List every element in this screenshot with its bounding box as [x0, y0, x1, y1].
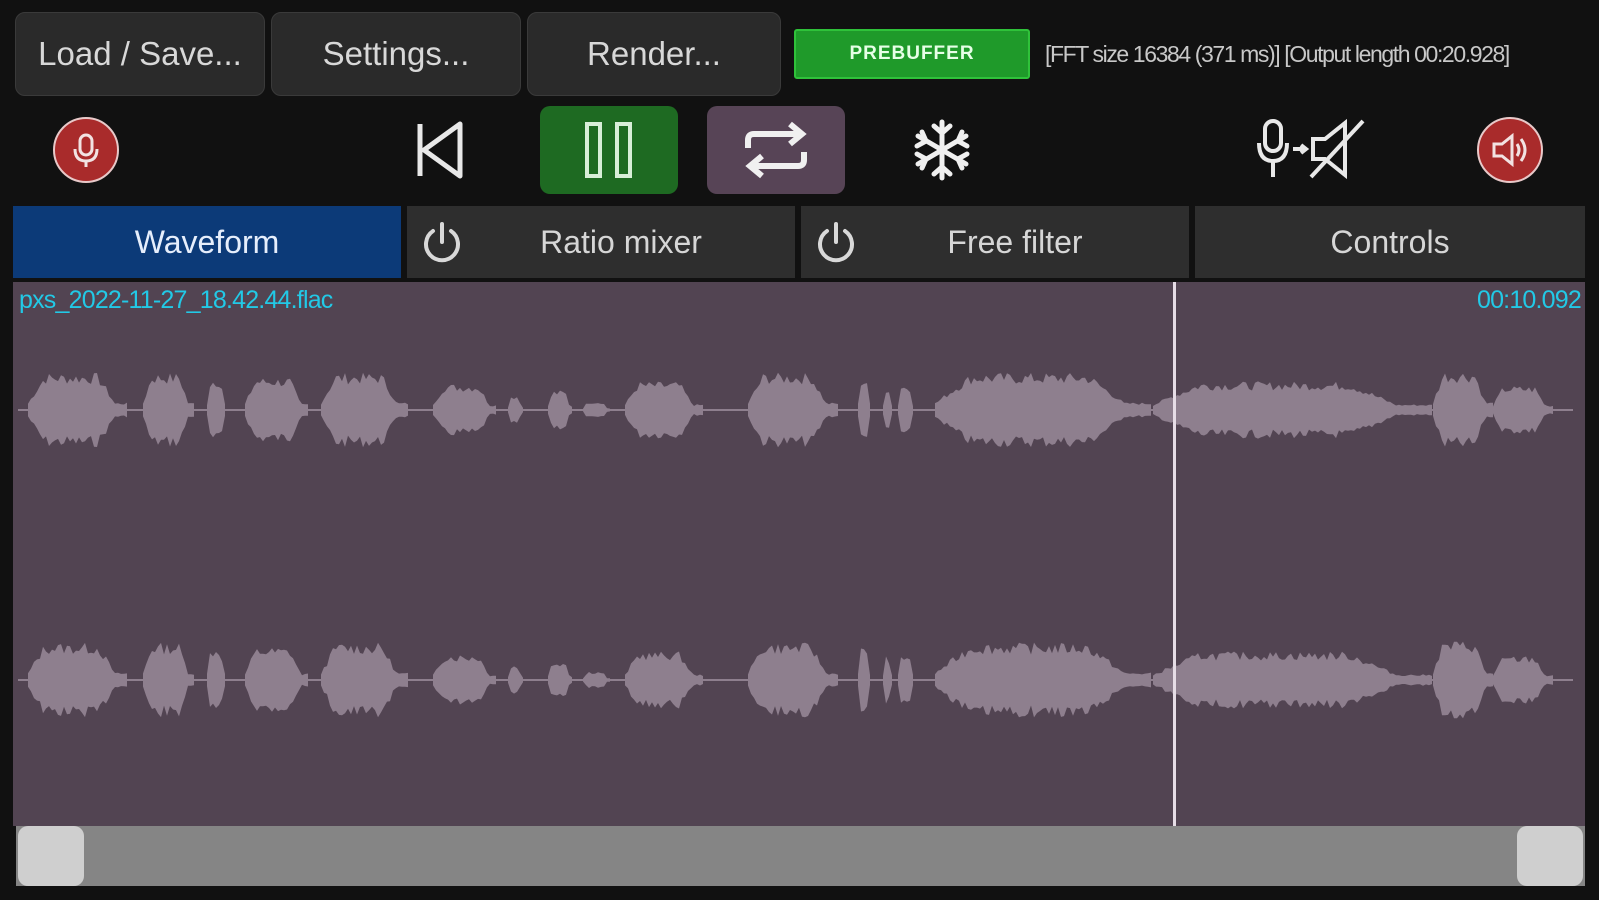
settings-button[interactable]: Settings...: [271, 12, 521, 96]
waveform-segment: [1433, 641, 1493, 719]
load-save-button[interactable]: Load / Save...: [15, 12, 265, 96]
waveform-segment: [28, 642, 127, 718]
waveform-segment: [321, 372, 408, 448]
playback-time: 00:10.092: [1476, 286, 1582, 314]
waveform-segment: [935, 373, 1151, 447]
tab-label: Ratio mixer: [540, 223, 702, 260]
tab-waveform[interactable]: Waveform: [13, 206, 401, 278]
waveform-segment: [748, 372, 838, 448]
waveform-segment: [548, 664, 572, 696]
input-monitor-button[interactable]: [1255, 106, 1385, 194]
waveform-segment: [548, 390, 572, 430]
waveform-segment: [1433, 373, 1493, 447]
waveform-segment: [858, 648, 870, 712]
waveform-segment: [28, 373, 127, 447]
waveform-segment: [143, 642, 194, 718]
waveform-segment: [625, 651, 703, 709]
waveform-segment: [245, 648, 308, 712]
waveform-segment: [508, 666, 523, 694]
prebuffer-indicator: PREBUFFER: [794, 29, 1030, 79]
waveform-segment: [898, 657, 913, 703]
tab-free-filter[interactable]: Free filter: [801, 206, 1189, 278]
waveform-segment: [143, 373, 194, 447]
render-button[interactable]: Render...: [527, 12, 781, 96]
rewind-icon: [417, 121, 463, 179]
waveform-segment: [207, 382, 225, 438]
power-icon[interactable]: [419, 220, 465, 266]
output-speaker-button[interactable]: [1474, 106, 1546, 194]
status-info: [FFT size 16384 (371 ms)] [Output length…: [1045, 41, 1510, 67]
waveform-segment: [433, 384, 496, 436]
waveform-segment: [935, 642, 1151, 718]
waveform-segment: [207, 652, 225, 708]
waveform-segment: [433, 655, 496, 705]
playhead[interactable]: [1173, 282, 1176, 826]
loop-button[interactable]: [707, 106, 845, 194]
scroll-handle-left[interactable]: [18, 826, 84, 886]
waveform-segment: [1493, 386, 1553, 434]
waveform-segment: [1153, 651, 1432, 709]
horizontal-scrollbar[interactable]: [16, 826, 1585, 886]
waveform-segment: [883, 656, 892, 704]
pause-icon: [585, 122, 632, 178]
mic-icon: [53, 117, 119, 183]
tab-controls[interactable]: Controls: [1195, 206, 1585, 278]
waveform-segment: [583, 672, 610, 688]
waveform-segment: [858, 383, 870, 437]
mic-to-mute-icon: [1257, 118, 1365, 180]
scroll-handle-right[interactable]: [1517, 826, 1583, 886]
file-name: pxs_2022-11-27_18.42.44.flac: [19, 286, 333, 314]
waveform-segment: [748, 642, 838, 718]
waveform-segment: [1493, 656, 1553, 704]
pause-button[interactable]: [540, 106, 678, 194]
waveform-segment: [883, 392, 892, 428]
waveform-segment: [898, 387, 913, 433]
tab-label: Free filter: [947, 223, 1083, 260]
speaker-icon: [1477, 117, 1543, 183]
record-button[interactable]: [50, 106, 122, 194]
loop-icon: [745, 121, 807, 179]
waveform-segment: [583, 403, 610, 417]
waveform-segment: [1153, 381, 1432, 439]
tab-ratio-mixer[interactable]: Ratio mixer: [407, 206, 795, 278]
tab-label: Waveform: [134, 223, 280, 260]
freeze-button[interactable]: [900, 106, 984, 194]
waveform-segment: [508, 397, 523, 423]
snowflake-icon: [914, 119, 970, 181]
rewind-button[interactable]: [400, 106, 480, 194]
waveform-segment: [625, 381, 703, 439]
tab-label: Controls: [1330, 223, 1450, 260]
waveform-view[interactable]: pxs_2022-11-27_18.42.44.flac 00:10.092: [13, 282, 1585, 826]
waveform-graphic: [18, 372, 1573, 719]
waveform-segment: [321, 642, 408, 718]
power-icon[interactable]: [813, 220, 859, 266]
waveform-segment: [245, 378, 308, 442]
app-window: Load / Save... Settings... Render... PRE…: [0, 0, 1599, 900]
